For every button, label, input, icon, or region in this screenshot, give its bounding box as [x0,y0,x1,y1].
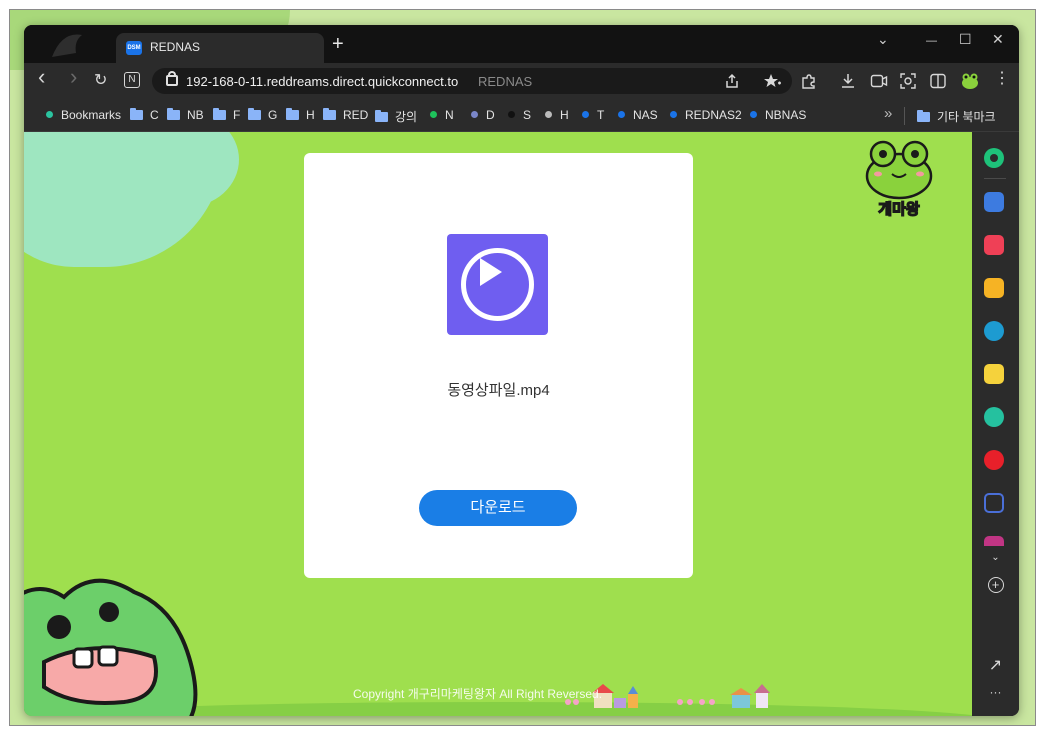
capture-icon[interactable] [900,73,916,89]
sidebar-separator [984,178,1006,179]
folder-icon [323,108,336,120]
frog-mascot-icon [24,578,198,716]
bookmark-item[interactable]: S [508,108,531,124]
tab-title: REDNAS [150,40,201,54]
video-file-icon [447,234,548,335]
folder-icon [375,110,388,122]
new-tab-button[interactable]: + [332,34,344,54]
bookmark-dot-icon [545,111,552,118]
bookmark-dot-icon [46,111,53,118]
lock-icon[interactable] [166,71,178,86]
dsm-favicon-icon: DSM [126,41,142,55]
maximize-button[interactable]: ☐ [959,31,972,48]
bookmark-dot-icon [670,111,677,118]
sidebar-music-icon[interactable] [984,450,1004,470]
url-host: 192-168-0-11.reddreams.direct.quickconne… [186,74,459,89]
sidebar-tools-icon[interactable] [984,192,1004,212]
sidebar-player-icon[interactable] [984,407,1004,427]
open-external-icon[interactable]: ↗ [972,655,1019,675]
copyright-text: Copyright 개구리마케팅왕자 All Right Reversed. [353,687,603,701]
sidebar-edit-icon[interactable] [984,493,1004,513]
bookmark-item[interactable]: T [582,108,604,124]
bookmark-item[interactable]: Bookmarks [46,108,121,124]
logo-text: 개마왕 [878,200,920,218]
folder-icon [286,108,299,120]
folder-icon [167,108,180,120]
bookmark-folder[interactable]: C [130,108,159,124]
bookmark-folder[interactable]: NB [167,108,204,124]
bookmark-dot-icon [618,111,625,118]
bookmark-dot-icon [582,111,589,118]
title-bar: DSM REDNAS + ⌄ — ☐ ✕ [24,25,1019,63]
page-content: 동영상파일.mp4 다운로드 개마왕 Copyright 개구리마케팅왕자 Al… [24,132,972,716]
navigation-bar: ‹ › ↻ N 192-168-0-11.reddreams.direct.qu… [24,63,1019,99]
screencast-icon[interactable] [870,73,888,89]
browser-window: DSM REDNAS + ⌄ — ☐ ✕ ‹ › ↻ N 192-168-0-1… [24,25,1019,716]
bookmark-folder[interactable]: H [286,108,315,124]
profile-frog-icon[interactable] [961,72,979,90]
download-button[interactable]: 다운로드 [419,490,577,526]
bookmark-folder[interactable]: F [213,108,240,124]
share-icon[interactable] [724,73,740,89]
sidebar-expand-icon[interactable]: ⌄ [972,552,1019,563]
file-name: 동영상파일.mp4 [447,382,550,399]
bookmark-item[interactable]: NAS [618,108,658,124]
address-bar[interactable]: 192-168-0-11.reddreams.direct.quickconne… [152,68,792,94]
favorites-icon[interactable] [764,73,782,89]
bookmark-dot-icon [750,111,757,118]
bookmark-dot-icon [508,111,515,118]
frog-logo-icon: 개마왕 [865,140,933,218]
play-triangle-icon [480,258,502,286]
bookmark-folder[interactable]: RED [323,108,368,124]
forward-icon[interactable]: › [70,66,77,88]
notion-icon[interactable]: N [124,72,140,88]
sidebar-pocket-icon[interactable] [984,235,1004,255]
sidebar-more-icon[interactable]: ··· [972,685,1019,699]
bookmarks-divider [904,107,905,125]
bookmark-item[interactable]: N [430,108,454,124]
folder-icon [130,108,143,120]
folder-icon [248,108,261,120]
reload-icon[interactable]: ↻ [94,72,107,90]
sidebar-instagram-icon[interactable] [984,536,1004,546]
close-button[interactable]: ✕ [992,31,1004,48]
bookmark-folder[interactable]: G [248,108,277,124]
bookmark-dot-icon [471,111,478,118]
bookmarks-overflow-button[interactable]: » [884,105,892,122]
tab-search-button[interactable]: ⌄ [877,31,889,48]
screenshot-frame: DSM REDNAS + ⌄ — ☐ ✕ ‹ › ↻ N 192-168-0-1… [9,9,1036,726]
bookmark-item[interactable]: NBNAS [750,108,806,124]
split-view-icon[interactable] [930,73,946,89]
download-icon[interactable] [840,72,856,90]
sidebar-favorites-icon[interactable] [984,278,1004,298]
other-bookmarks-folder[interactable]: 기타 북마크 [917,108,996,124]
bookmarks-bar: Bookmarks C NB F G H RED 강의 N D S H T NA… [24,99,1019,132]
edge-sidebar: ⌄ + ↗ ··· [972,132,1019,716]
folder-icon [917,110,930,122]
back-icon[interactable]: ‹ [38,66,45,88]
file-share-card: 동영상파일.mp4 다운로드 [304,153,693,578]
more-icon[interactable]: ⋮ [994,70,1010,88]
extensions-icon[interactable] [800,73,816,89]
folder-icon [213,108,226,120]
bookmark-item[interactable]: REDNAS2 [670,108,742,124]
profile-decoration-icon [52,34,82,57]
bookmark-item[interactable]: H [545,108,569,124]
bookmark-item[interactable]: D [471,108,495,124]
bookmark-folder[interactable]: 강의 [375,108,417,124]
sidebar-copilot-icon[interactable] [984,148,1004,168]
sidebar-edge-drop-icon[interactable] [984,321,1004,341]
url-page-title: REDNAS [478,74,533,89]
tab-rednas[interactable]: DSM REDNAS [116,33,324,63]
bookmark-dot-icon [430,111,437,118]
sidebar-notes-icon[interactable] [984,364,1004,384]
sidebar-add-button[interactable]: + [972,576,1019,593]
minimize-button[interactable]: — [926,35,937,47]
